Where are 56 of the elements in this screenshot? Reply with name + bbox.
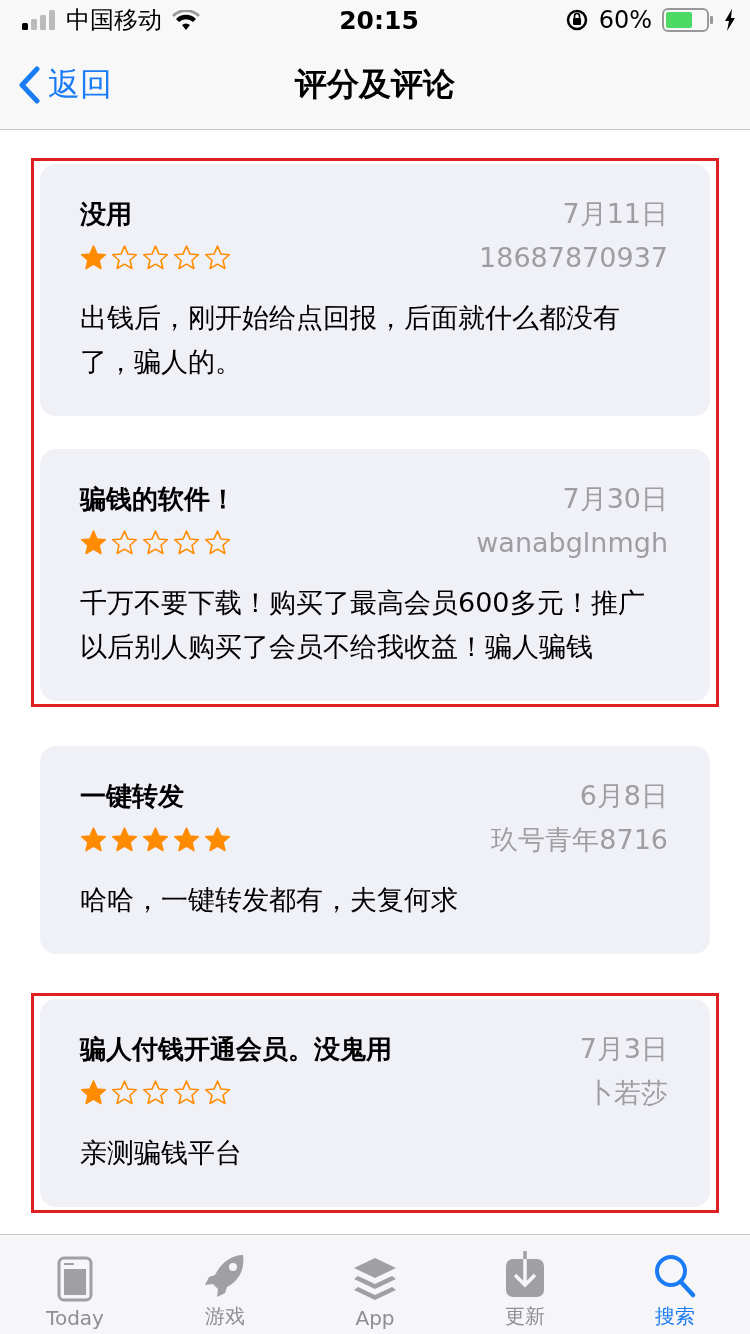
back-button[interactable]: 返回 <box>0 62 112 107</box>
review-date: 6月8日 <box>579 779 668 813</box>
tab-bar-item[interactable]: Today <box>0 1235 150 1334</box>
star-icon <box>111 1080 138 1106</box>
review-author: 卜若莎 <box>587 1076 668 1110</box>
star-icon <box>80 1080 107 1106</box>
star-icon <box>204 827 231 853</box>
review-title: 骗人付钱开通会员。没鬼用 <box>80 1033 392 1066</box>
star-icon <box>142 1080 169 1106</box>
review-author: wanabglnmgh <box>476 526 668 560</box>
review-title: 一键转发 <box>80 780 184 813</box>
review-date: 7月3日 <box>579 1032 668 1066</box>
download-icon <box>505 1251 545 1299</box>
star-icon <box>142 245 169 271</box>
tab-bar-item[interactable]: App <box>300 1235 450 1334</box>
star-icon <box>142 827 169 853</box>
page-title: 评分及评论 <box>295 63 455 105</box>
review-date: 7月30日 <box>562 482 668 516</box>
review-title: 骗钱的软件！ <box>80 483 236 516</box>
battery-percent: 60% <box>598 6 652 34</box>
tab-bar-item[interactable]: 搜索 <box>600 1235 750 1334</box>
review-body: 出钱后，刚开始给点回报，后面就什么都没有了，骗人的。 <box>80 301 621 379</box>
signal-icon <box>22 10 56 30</box>
newspaper-icon <box>57 1256 93 1302</box>
star-icon <box>173 530 200 556</box>
star-icon <box>111 530 138 556</box>
review-body: 千万不要下载！购买了最高会员600多元！推广以后别人购买了会员不给我收益！骗人骗钱 <box>80 586 646 664</box>
review-body: 亲测骗钱平台 <box>80 1136 243 1170</box>
star-icon <box>204 245 231 271</box>
carrier-name: 中国移动 <box>66 5 162 36</box>
star-icon <box>173 245 200 271</box>
review-author: 18687870937 <box>479 241 668 275</box>
charging-bolt-icon <box>724 9 736 31</box>
star-icon <box>80 530 107 556</box>
review-date: 7月11日 <box>562 197 668 231</box>
star-icon <box>80 827 107 853</box>
tab-bar-item[interactable]: 游戏 <box>150 1235 300 1334</box>
tab-bar-item[interactable]: 更新 <box>450 1235 600 1334</box>
wifi-icon <box>172 10 200 30</box>
star-icon <box>142 530 169 556</box>
review-body: 哈哈，一键转发都有，夫复何求 <box>80 883 459 917</box>
battery-icon <box>662 8 714 32</box>
star-icon <box>111 827 138 853</box>
star-icon <box>173 1080 200 1106</box>
search-icon <box>653 1253 697 1299</box>
chevron-left-icon <box>18 65 40 104</box>
layers-icon <box>352 1256 398 1302</box>
star-icon <box>204 1080 231 1106</box>
star-icon <box>80 245 107 271</box>
star-icon <box>204 530 231 556</box>
star-icon <box>111 245 138 271</box>
review-title: 没用 <box>80 198 132 231</box>
status-time: 20:15 <box>339 5 419 35</box>
rotation-lock-icon <box>564 8 589 32</box>
review-author: 玖号青年8716 <box>491 823 668 857</box>
star-icon <box>173 827 200 853</box>
